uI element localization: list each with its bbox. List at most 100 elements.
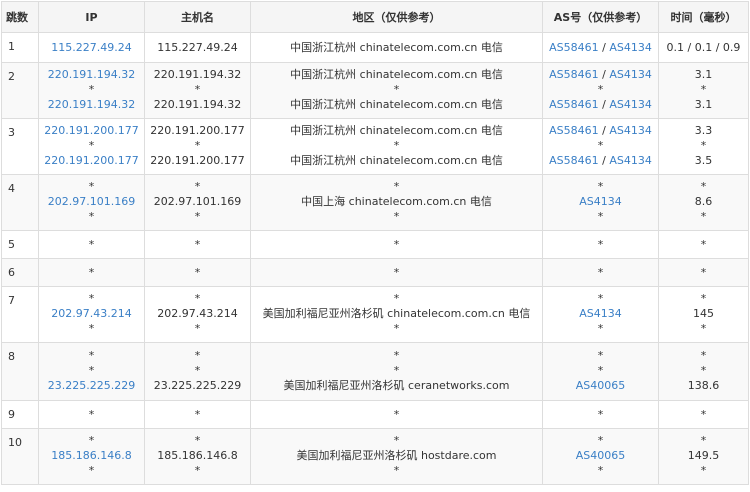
ip-address-link[interactable]: 220.191.194.32 [39,97,144,112]
as-separator: / [598,98,610,111]
time-cell: 3.3 * 3.5 [658,118,749,175]
geo-cell: 中国浙江杭州 chinatelecom.com.cn 电信 * 中国浙江杭州 chi… [250,62,543,119]
geo-location: * [393,238,400,251]
hop-cell: 7 [1,286,39,343]
geo-location: 美国加利福尼亚州洛杉矶 hostdare.com [296,449,497,462]
latency: 3.5 [694,154,713,167]
as-number-link[interactable]: AS40065 [576,379,626,392]
as-number-link[interactable]: AS4134 [609,98,652,111]
as-number: * [597,364,604,377]
ip-address-link[interactable]: 220.191.194.32 [39,67,144,82]
geo-cell: * [250,230,543,259]
ip-address: * [88,464,95,477]
as-line: * [543,209,658,224]
as-number-link[interactable]: AS58461 [549,154,599,167]
latency: * [700,180,707,193]
as-separator: / [598,68,610,81]
ip-address-link[interactable]: 202.97.101.169 [39,194,144,209]
ip-address: * [88,180,95,193]
ip-cell: * * 23.225.225.229 [38,342,145,401]
latency: * [700,238,707,251]
ip-address-link[interactable]: 220.191.200.177 [39,153,144,168]
host-cell: 220.191.194.32 * 220.191.194.32 [144,62,251,119]
geo-location: * [393,349,400,362]
as-line: * [543,348,658,363]
as-number-link[interactable]: AS58461 [549,124,599,137]
latency: 145 [693,307,714,320]
column-header-geo: 地区（仅供参考） [250,1,543,33]
geo-location: 中国浙江杭州 chinatelecom.com.cn 电信 [290,98,503,111]
table-row: 10 * 185.186.146.8 * * 185.186.146.8 * * 美国加利福尼亚… [1,428,749,485]
hop-cell: 4 [1,174,39,231]
geo-cell: * 中国上海 chinatelecom.com.cn 电信 * [250,174,543,231]
ip-address-link[interactable]: 202.97.43.214 [39,306,144,321]
as-line: AS40065 [543,448,658,463]
hostname: 115.227.49.24 [157,41,238,54]
table-row: 8 * * 23.225.225.229 * * 23.225.225.229 * * 美国加利福… [1,342,749,401]
hop-cell: 6 [1,258,39,287]
hop-cell: 9 [1,400,39,429]
hostname: * [194,139,201,152]
as-line: AS4134 [543,306,658,321]
host-cell: * [144,230,251,259]
hostname: * [194,349,201,362]
latency: 0.1 / 0.1 / 0.9 [666,41,741,54]
geo-location: * [393,139,400,152]
as-cell: AS58461 / AS4134 * AS58461 / AS4134 [542,118,659,175]
hop-cell: 1 [1,32,39,63]
hostname: 220.191.200.177 [150,124,245,137]
as-number-link[interactable]: AS58461 [549,68,599,81]
as-line: * [543,433,658,448]
as-line: * [543,82,658,97]
geo-location: 美国加利福尼亚州洛杉矶 chinatelecom.com.cn 电信 [262,307,531,320]
as-number-link[interactable]: AS4134 [609,154,652,167]
time-cell: * [658,400,749,429]
ip-address: * [88,139,95,152]
hop-number: 3 [8,126,15,139]
geo-location: * [393,434,400,447]
time-cell: 0.1 / 0.1 / 0.9 [658,32,749,63]
hop-number: 7 [8,294,15,307]
ip-address: * [88,408,95,421]
hostname: 185.186.146.8 [157,449,238,462]
geo-location: 中国浙江杭州 chinatelecom.com.cn 电信 [290,154,503,167]
table-row: 7 * 202.97.43.214 * * 202.97.43.214 * * 美国加利福尼亚州… [1,286,749,343]
latency: 3.1 [694,68,713,81]
latency: * [700,139,707,152]
table-header-row: 跳数 IP 主机名 地区（仅供参考） AS号（仅供参考） 时间（毫秒） [1,1,749,33]
ip-cell: * 202.97.101.169 * [38,174,145,231]
as-number-link[interactable]: AS4134 [579,307,622,320]
ip-address-link[interactable]: 23.225.225.229 [39,378,144,393]
ip-address-link[interactable]: 115.227.49.24 [39,40,144,55]
hop-number: 4 [8,182,15,195]
as-number: * [597,434,604,447]
as-number-link[interactable]: AS58461 [549,98,599,111]
as-number-link[interactable]: AS4134 [579,195,622,208]
hostname: * [194,322,201,335]
as-line: AS58461 / AS4134 [543,97,658,112]
as-line: * [543,138,658,153]
as-cell: * [542,258,659,287]
table-row: 2 220.191.194.32 * 220.191.194.32 220.191.19… [1,62,749,119]
as-number: * [597,292,604,305]
ip-cell: * 185.186.146.8 * [38,428,145,485]
ip-cell: * [38,400,145,429]
as-cell: * AS40065 * [542,428,659,485]
geo-location: * [393,408,400,421]
hostname: * [194,266,201,279]
ip-cell: 115.227.49.24 [38,32,145,63]
latency: * [700,349,707,362]
as-number-link[interactable]: AS4134 [609,124,652,137]
hostname: * [194,292,201,305]
as-number-link[interactable]: AS4134 [609,41,652,54]
as-number-link[interactable]: AS58461 [549,41,599,54]
geo-location: * [393,292,400,305]
ip-cell: * [38,230,145,259]
as-number-link[interactable]: AS4134 [609,68,652,81]
ip-address-link[interactable]: 220.191.200.177 [39,123,144,138]
ip-address-link[interactable]: 185.186.146.8 [39,448,144,463]
as-number-link[interactable]: AS40065 [576,449,626,462]
ip-address: * [88,210,95,223]
latency: * [700,266,707,279]
geo-location: * [393,266,400,279]
